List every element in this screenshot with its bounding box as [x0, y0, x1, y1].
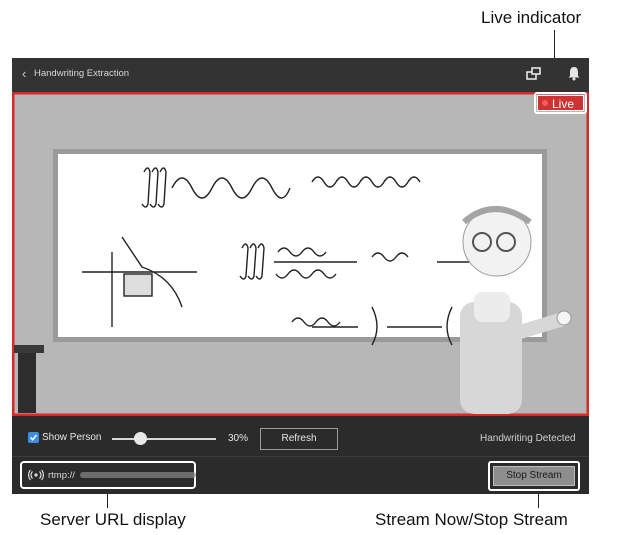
callout-server-url: Server URL display	[40, 510, 186, 529]
leader-line-stream	[538, 492, 539, 508]
handwriting-status: Handwriting Detected	[480, 433, 576, 444]
callout-stream-button: Stream Now/Stop Stream	[375, 510, 568, 529]
slider-value: 30%	[228, 433, 249, 444]
stream-bar: rtmp:// Stop Stream	[12, 456, 589, 494]
leader-line-url	[107, 492, 108, 508]
monitor-icon[interactable]	[526, 67, 542, 81]
stream-button-highlight: Stop Stream	[488, 461, 580, 491]
show-person-checkbox[interactable]	[28, 432, 39, 443]
app-title: Handwriting Extraction	[34, 68, 130, 79]
show-person-label: Show Person	[42, 432, 102, 443]
live-indicator-highlight	[534, 92, 587, 114]
refresh-button[interactable]: Refresh	[260, 428, 338, 450]
callout-live-indicator: Live indicator	[481, 8, 582, 27]
video-frame	[12, 92, 589, 416]
back-chevron-icon[interactable]: ‹	[22, 66, 26, 81]
server-url-redacted	[80, 472, 196, 478]
video-preview: Live	[12, 92, 589, 416]
app-window: ‹ Handwriting Extraction Live Show Perso…	[12, 58, 589, 494]
person-opacity-slider-track[interactable]	[112, 438, 216, 440]
server-url-display: rtmp://	[20, 461, 196, 489]
checkmark-icon	[29, 434, 38, 441]
stop-stream-button[interactable]: Stop Stream	[493, 466, 575, 486]
controls-bar: Show Person 30% Refresh Handwriting Dete…	[12, 420, 589, 456]
broadcast-icon	[28, 469, 44, 481]
bell-icon[interactable]	[567, 66, 581, 81]
person-opacity-slider-thumb[interactable]	[134, 432, 147, 445]
title-bar: ‹ Handwriting Extraction	[12, 58, 589, 92]
server-url-prefix: rtmp://	[48, 470, 75, 481]
